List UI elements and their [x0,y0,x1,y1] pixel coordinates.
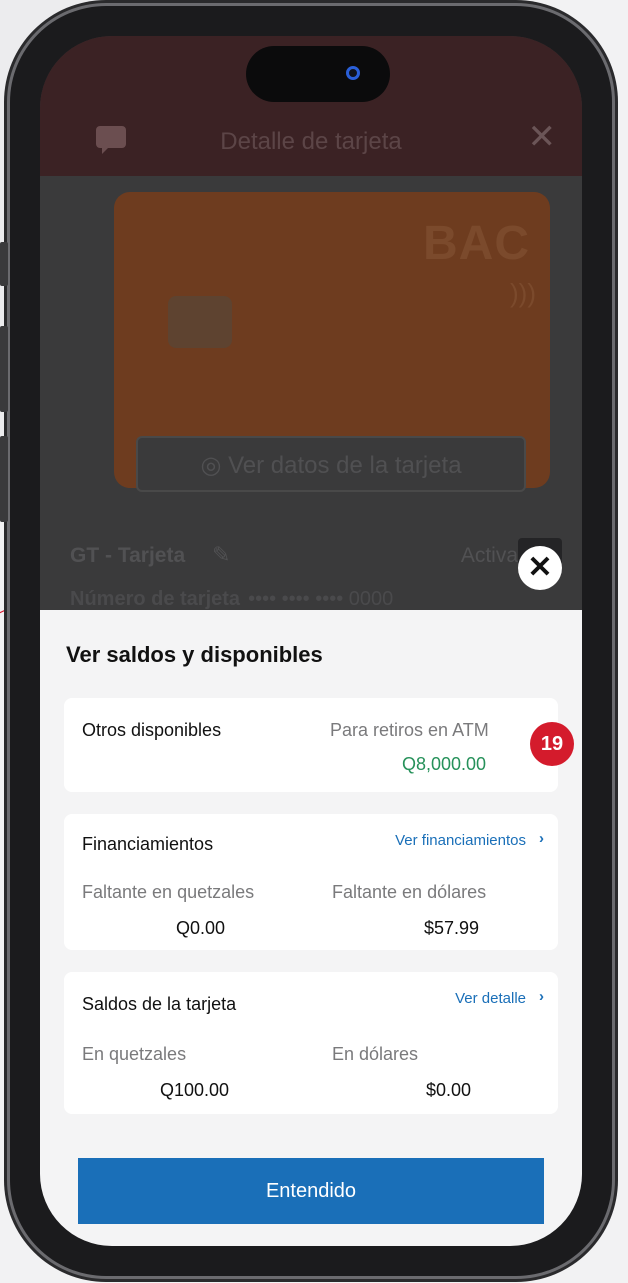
otros-label: Otros disponibles [82,720,222,740]
eye-icon: ◎ [200,452,229,479]
financiamientos-card: Financiamientos Ver financiamientos › Fa… [64,814,558,950]
phone-frame: Detalle de tarjeta ✕ BAC ))) ◎ Ver datos… [0,6,612,1276]
volume-down-button [0,436,8,522]
card-number-label: Número de tarjeta [70,588,241,610]
sheet-close-icon[interactable]: ✕ [518,546,562,590]
volume-up-button [0,326,8,412]
notification-badge: 19 [530,722,574,766]
dynamic-island [246,46,390,102]
otros-value: Q8,000.00 [402,754,487,774]
en-quetzales-value: Q100.00 [160,1080,230,1100]
ver-financiamientos-link[interactable]: Ver financiamientos [395,832,526,849]
view-card-label: Ver datos de la tarjeta [228,452,462,479]
edit-pencil-icon[interactable]: ✎ [212,542,230,568]
screen: Detalle de tarjeta ✕ BAC ))) ◎ Ver datos… [40,36,582,1246]
view-card-data-button[interactable]: ◎ Ver datos de la tarjeta [136,436,526,492]
camera-icon [346,66,360,80]
contactless-icon: ))) [510,278,536,308]
bac-logo: BAC [423,217,530,270]
header-close-icon[interactable]: ✕ [528,120,557,154]
ver-detalle-link[interactable]: Ver detalle [455,990,526,1007]
balances-sheet: Ver saldos y disponibles Otros disponibl… [40,610,582,1246]
en-quetzales-label: En quetzales [82,1044,187,1064]
status-label: Activa [460,544,518,567]
otros-sublabel: Para retiros en ATM [330,720,489,740]
en-dolares-value: $0.00 [426,1080,472,1100]
chip-icon [168,296,232,348]
chevron-right-icon[interactable]: › [539,830,544,847]
faltante-dolares-label: Faltante en dólares [332,882,487,902]
faltante-quetzales-label: Faltante en quetzales [82,882,255,902]
financiamientos-label: Financiamientos [82,834,214,854]
entendido-button[interactable]: Entendido [78,1158,544,1224]
saldos-card: Saldos de la tarjeta Ver detalle › En qu… [64,972,558,1114]
saldos-label: Saldos de la tarjeta [82,994,237,1014]
en-dolares-label: En dólares [332,1044,419,1064]
side-button [0,242,8,286]
card-number-value: •••• •••• •••• 0000 [248,588,394,610]
card-name: GT - Tarjeta [70,544,186,567]
faltante-quetzales-value: Q0.00 [176,918,226,938]
faltante-dolares-value: $57.99 [424,918,480,938]
sheet-title: Ver saldos y disponibles [66,642,323,667]
otros-disponibles-card: Otros disponibles Para retiros en ATM Q8… [64,698,574,792]
header-title: Detalle de tarjeta [220,128,402,155]
card-number-row: Número de tarjeta •••• •••• •••• 0000 [70,588,393,611]
chevron-right-icon[interactable]: › [539,988,544,1005]
